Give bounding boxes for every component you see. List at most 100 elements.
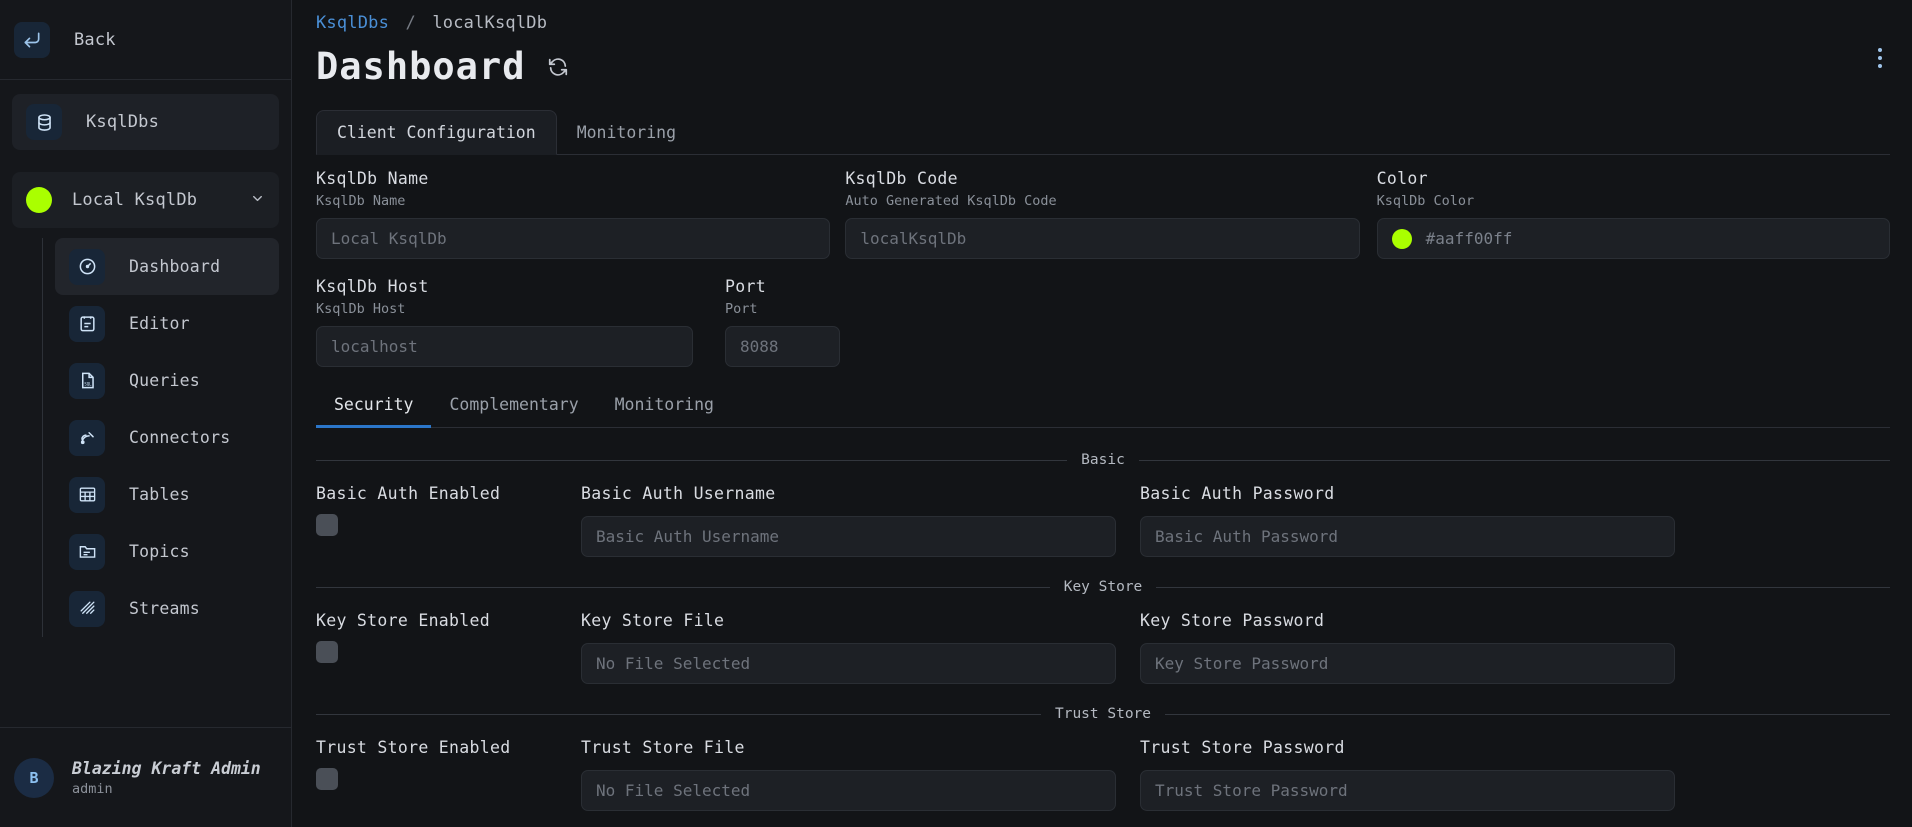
config-row-2: KsqlDb Host KsqlDb Host localhost Port P… [316,277,1890,367]
field-ksqldb-host-label: KsqlDb Host [316,277,429,296]
chevron-down-icon [250,191,265,210]
table-icon [69,476,105,513]
field-key-store-file-label: Key Store File [581,611,725,630]
port-input[interactable]: 8088 [725,326,840,367]
refresh-icon[interactable] [547,56,569,78]
field-ksqldb-name: KsqlDb Name KsqlDb Name Local KsqlDb [316,169,831,259]
database-icon [26,104,62,140]
field-basic-auth-username: Basic Auth Username Basic Auth Username [581,484,1116,557]
field-key-store-file: Key Store File No File Selected [581,611,1116,684]
color-swatch[interactable] [1391,228,1412,249]
section-divider-basic: Basic [316,452,1890,468]
sidebar-item-tables[interactable]: Tables [55,466,279,523]
subtab-complementary[interactable]: Complementary [431,395,596,428]
field-color: Color KsqlDb Color #aaff00ff [1376,169,1891,259]
ksqldb-code-input[interactable]: localKsqlDb [845,218,1360,259]
ksqldb-name-input[interactable]: Local KsqlDb [316,218,831,259]
sidebar-item-dashboard[interactable]: Dashboard [55,238,279,295]
color-value: #aaff00ff [1425,229,1513,248]
breadcrumb-current: localKsqlDb [432,13,548,33]
user-profile[interactable]: B Blazing Kraft Admin admin [0,727,291,827]
db-selector-label: Local KsqlDb [72,190,198,210]
kebab-menu-icon[interactable] [1878,48,1882,68]
back-button[interactable]: Back [0,0,291,80]
sidebar-item-topics-label: Topics [129,542,190,561]
trust-store-password-input[interactable]: Trust Store Password [1140,770,1675,811]
trust-store-file-input[interactable]: No File Selected [581,770,1116,811]
sidebar-item-dashboard-label: Dashboard [129,257,221,276]
sidebar-item-tables-label: Tables [129,485,190,504]
sidebar-item-queries[interactable]: SQL Queries [55,352,279,409]
divider-line [316,586,1050,588]
field-ksqldb-code-label: KsqlDb Code [845,169,958,188]
sidebar-item-ksqldbs[interactable]: KsqlDbs [12,94,279,150]
security-row-basic: Basic Auth Enabled Basic Auth Username B… [316,484,1890,557]
db-selector[interactable]: Local KsqlDb [12,172,279,228]
divider-line [1156,586,1891,588]
sidebar-item-streams[interactable]: Streams [55,580,279,637]
section-title-trust-store: Trust Store [1054,706,1152,722]
field-basic-auth-password-label: Basic Auth Password [1140,484,1335,503]
sidebar-item-ksqldbs-label: KsqlDbs [86,112,160,132]
field-port: Port Port 8088 [725,277,840,367]
user-info: Blazing Kraft Admin admin [72,759,261,797]
field-ksqldb-code-sublabel: Auto Generated KsqlDb Code [845,193,1057,209]
tab-monitoring[interactable]: Monitoring [557,111,696,154]
field-trust-store-file-label: Trust Store File [581,738,745,757]
key-store-enabled-checkbox[interactable] [316,641,338,663]
basic-auth-enabled-checkbox[interactable] [316,514,338,536]
db-color-dot [26,187,52,213]
config-row-1: KsqlDb Name KsqlDb Name Local KsqlDb Ksq… [316,169,1891,259]
page-title: Dashboard [316,45,526,88]
sidebar-item-queries-label: Queries [129,371,200,390]
field-trust-store-enabled: Trust Store Enabled [316,738,581,811]
field-key-store-enabled: Key Store Enabled [316,611,581,684]
ksqldb-host-input[interactable]: localhost [316,326,693,367]
key-store-file-input[interactable]: No File Selected [581,643,1116,684]
back-label: Back [74,29,116,50]
field-basic-auth-username-label: Basic Auth Username [581,484,776,503]
kebab-dot [1878,56,1882,60]
sidebar: Back KsqlDbs Local KsqlDb Dashboard Edit… [0,0,292,827]
avatar: B [14,757,54,798]
sidebar-item-connectors-label: Connectors [129,428,231,447]
section-divider-key-store: Key Store [316,579,1891,595]
subtab-monitoring[interactable]: Monitoring [597,395,732,428]
field-key-store-password: Key Store Password Key Store Password [1140,611,1675,684]
basic-auth-username-input[interactable]: Basic Auth Username [581,516,1116,557]
color-input[interactable]: #aaff00ff [1376,218,1891,259]
field-basic-auth-password: Basic Auth Password Basic Auth Password [1140,484,1675,557]
title-row: Dashboard [316,45,1890,88]
divider-line [316,713,1041,715]
trust-store-enabled-checkbox[interactable] [316,768,338,790]
basic-auth-password-input[interactable]: Basic Auth Password [1140,516,1675,557]
subtab-security[interactable]: Security [316,395,432,428]
sidebar-item-connectors[interactable]: Connectors [55,409,279,466]
clipboard-icon [69,305,105,342]
tab-client-configuration[interactable]: Client Configuration [316,110,557,155]
section-divider-trust-store: Trust Store [316,706,1890,722]
breadcrumb-root-link[interactable]: KsqlDbs [316,13,389,33]
divider-line [1138,459,1890,461]
field-ksqldb-code: KsqlDb Code Auto Generated KsqlDb Code l… [845,169,1360,259]
main-content: KsqlDbs / localKsqlDb Dashboard Client C… [292,0,1912,827]
sidebar-item-editor-label: Editor [129,314,190,333]
divider-line [1165,713,1890,715]
key-store-password-input[interactable]: Key Store Password [1140,643,1675,684]
security-row-key-store: Key Store Enabled Key Store File No File… [316,611,1890,684]
field-trust-store-password-label: Trust Store Password [1140,738,1345,757]
field-trust-store-file: Trust Store File No File Selected [581,738,1116,811]
security-row-trust-store: Trust Store Enabled Trust Store File No … [316,738,1890,811]
field-key-store-password-label: Key Store Password [1140,611,1325,630]
field-basic-auth-enabled-label: Basic Auth Enabled [316,484,501,503]
field-port-sublabel: Port [725,301,758,317]
arrow-left-enter-icon [14,21,50,58]
user-role: admin [72,780,113,797]
field-trust-store-enabled-label: Trust Store Enabled [316,738,511,757]
user-name: Blazing Kraft Admin [72,758,261,778]
field-ksqldb-name-sublabel: KsqlDb Name [316,193,406,209]
sidebar-item-editor[interactable]: Editor [55,295,279,352]
sidebar-item-streams-label: Streams [129,599,200,618]
sidebar-item-topics[interactable]: Topics [55,523,279,580]
